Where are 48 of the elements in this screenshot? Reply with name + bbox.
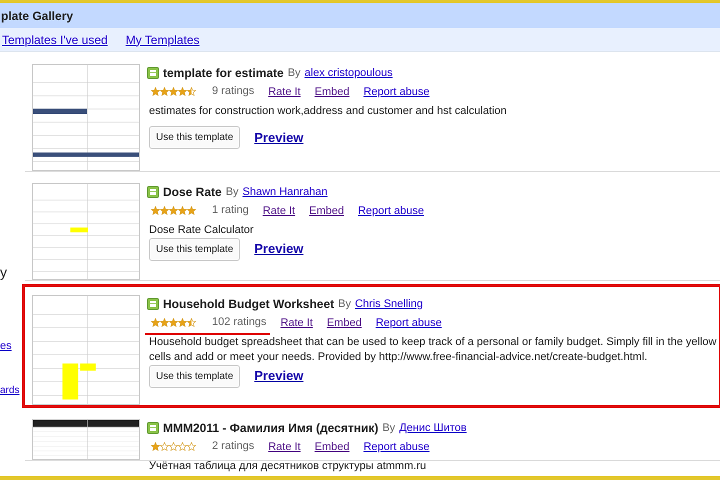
report-link[interactable]: Report abuse (358, 202, 424, 219)
sidebar-link[interactable]: ards (0, 383, 20, 398)
ratings-count: 1 rating (212, 203, 249, 218)
use-template-button[interactable]: Use this template (149, 126, 240, 149)
ratings-count: 102 ratings (212, 315, 266, 330)
report-link[interactable]: Report abuse (376, 314, 442, 331)
template-description: estimates for construction work,address and customer and hst calculation (148, 104, 508, 118)
embed-link[interactable]: Embed (314, 84, 350, 100)
rate-link[interactable]: Rate It (268, 84, 301, 100)
ratings-count: 2 ratings (212, 439, 254, 454)
by-label: By (226, 184, 239, 200)
template-title: MMM2011 - Фамилия Имя (десятник) (163, 420, 378, 437)
rate-link[interactable]: Rate It (262, 202, 296, 219)
embed-link[interactable]: Embed (326, 314, 362, 331)
by-label: By (382, 420, 396, 436)
author-link[interactable]: Денис Шитов (399, 420, 467, 436)
tab-link[interactable]: My Templates (126, 30, 200, 48)
use-template-button[interactable]: Use this template (149, 364, 240, 388)
embed-link[interactable]: Embed (309, 202, 344, 219)
rate-link[interactable]: Rate It (268, 438, 301, 455)
report-link[interactable]: Report abuse (363, 438, 430, 455)
by-label: By (338, 296, 351, 312)
use-template-button[interactable]: Use this template (149, 238, 240, 260)
tab-link[interactable]: Templates I've used (2, 30, 108, 48)
embed-link[interactable]: Embed (314, 438, 350, 455)
template-title: Dose Rate (163, 184, 222, 201)
template-description: Dose Rate Calculator (148, 222, 255, 238)
rate-link[interactable]: Rate It (280, 314, 313, 331)
report-link[interactable]: Report abuse (363, 84, 430, 100)
author-link[interactable]: alex cristopoulous (304, 64, 393, 82)
spreadsheet-icon (147, 298, 159, 310)
sidebar-text: y (0, 263, 7, 282)
sidebar-link[interactable]: es (0, 338, 12, 354)
author-link[interactable]: Chris Snelling (354, 296, 423, 312)
spreadsheet-icon (147, 422, 159, 434)
preview-link[interactable]: Preview (254, 366, 304, 386)
ratings-count: 9 ratings (212, 84, 254, 99)
template-title: Household Budget Worksheet (163, 296, 334, 313)
template-description: Household budget spreadsheet that can be used to keep track of a personal or family budget. Simply fill in the yellow cells and add or meet your needs. Provided by http://www.free-financial-advice.net/create-budget.html. (148, 334, 718, 364)
template-description: Учётная таблица для десятников структуры atmmm.ru (148, 458, 428, 474)
template-title: template for estimate (163, 65, 284, 82)
spreadsheet-icon (147, 186, 159, 198)
spreadsheet-icon (147, 67, 159, 79)
author-link[interactable]: Shawn Hanrahan (242, 184, 328, 200)
by-label: By (288, 66, 301, 81)
preview-link[interactable]: Preview (254, 239, 304, 259)
gallery-title: plate Gallery (1, 8, 74, 24)
preview-link[interactable]: Preview (254, 128, 304, 148)
